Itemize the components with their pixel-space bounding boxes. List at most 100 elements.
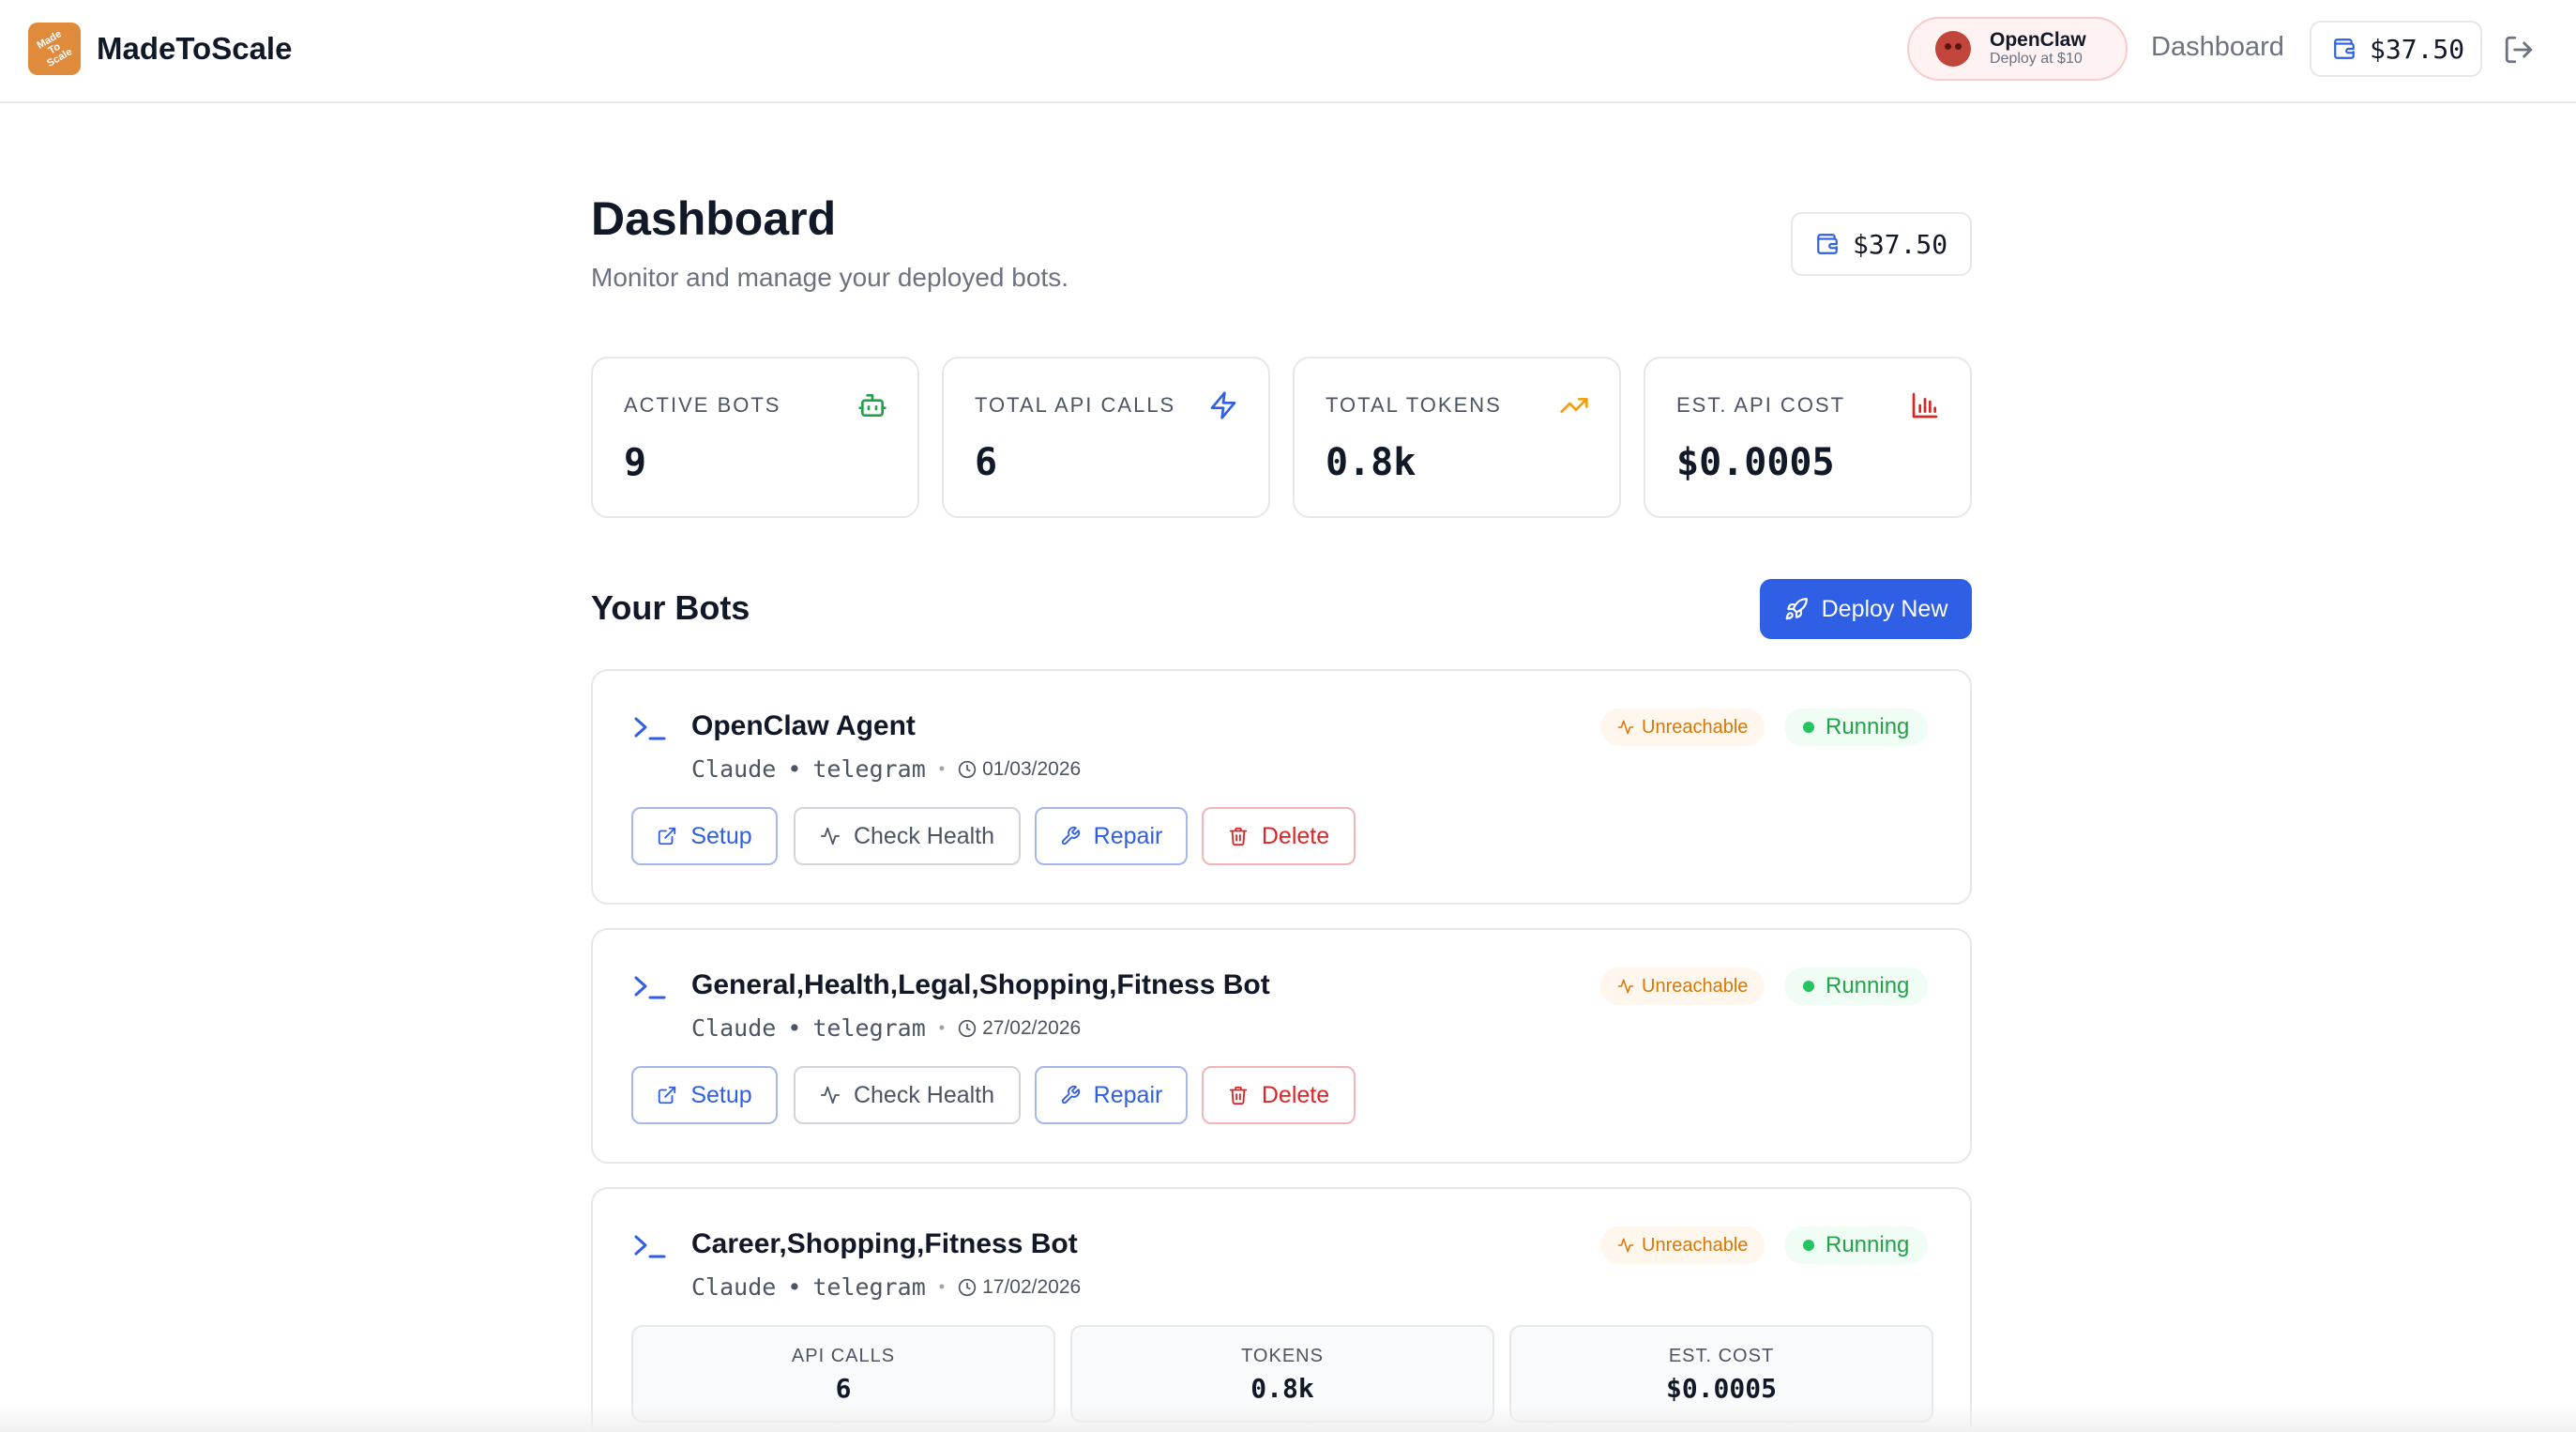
check-health-label: Check Health	[853, 822, 995, 849]
repair-label: Repair	[1093, 822, 1163, 849]
mini-stat-value: 6	[835, 1373, 852, 1404]
setup-label: Setup	[690, 822, 752, 849]
activity-icon	[820, 1086, 841, 1104]
wallet-balance-card[interactable]: $37.50	[1791, 212, 1972, 276]
bar-chart-icon	[1912, 392, 1938, 419]
rocket-icon	[1785, 598, 1808, 620]
meta-dot: •	[938, 1277, 946, 1296]
health-badge-unreachable: Unreachable	[1600, 967, 1765, 1005]
logout-icon[interactable]	[2503, 34, 2535, 66]
page-subtitle: Monitor and manage your deployed bots.	[591, 263, 1068, 292]
check-health-button[interactable]: Check Health	[794, 1066, 1021, 1124]
wallet-amount: $37.50	[1853, 228, 1948, 260]
delete-button[interactable]: Delete	[1202, 1066, 1356, 1124]
check-health-button[interactable]: Check Health	[794, 807, 1021, 865]
stat-label: EST. API COST	[1676, 393, 1846, 417]
delete-label: Delete	[1261, 822, 1330, 849]
mini-stat-label: TOKENS	[1241, 1346, 1324, 1366]
stat-value: $0.0005	[1676, 441, 1835, 484]
stat-value: 9	[624, 441, 647, 484]
terminal-icon	[634, 1235, 666, 1258]
status-dot	[1803, 722, 1814, 733]
delete-label: Delete	[1261, 1081, 1330, 1108]
activity-icon	[1617, 720, 1634, 735]
bot-model: Claude	[691, 755, 777, 783]
meta-separator: •	[787, 1014, 802, 1042]
meta-separator: •	[787, 1273, 802, 1301]
stat-value: 0.8k	[1326, 441, 1417, 484]
mini-stat-value: 0.8k	[1250, 1373, 1314, 1404]
bot-icon	[858, 394, 886, 417]
wallet-balance-button[interactable]: $37.50	[2310, 21, 2482, 77]
openclaw-promo-button[interactable]: OpenClaw Deploy at $10	[1907, 17, 2128, 81]
setup-button[interactable]: Setup	[631, 1066, 778, 1124]
wrench-icon	[1061, 826, 1080, 845]
health-badge-unreachable: Unreachable	[1600, 708, 1765, 746]
bot-channel: telegram	[812, 1273, 926, 1301]
clock-icon	[958, 1278, 977, 1296]
deploy-new-label: Deploy New	[1821, 595, 1948, 622]
wallet-icon	[1817, 234, 1838, 254]
status-dot	[1803, 981, 1814, 992]
bot-card: OpenClaw Agent Claude • telegram • 01/03…	[591, 669, 1972, 905]
external-link-icon	[659, 1086, 676, 1104]
logo-text: Made To Scale	[35, 27, 74, 69]
status-badge-running: Running	[1784, 967, 1929, 1005]
lightning-icon	[1210, 391, 1236, 419]
terminal-icon	[634, 976, 666, 999]
stat-value: 6	[975, 441, 998, 484]
repair-button[interactable]: Repair	[1035, 1066, 1188, 1124]
health-badge-label: Unreachable	[1642, 975, 1749, 997]
deploy-new-button[interactable]: Deploy New	[1760, 579, 1972, 639]
bot-channel: telegram	[812, 1014, 926, 1042]
stat-label: TOTAL TOKENS	[1326, 393, 1502, 417]
meta-dot: •	[938, 759, 946, 778]
page-title: Dashboard	[591, 192, 837, 245]
stat-label: TOTAL API CALLS	[975, 393, 1176, 417]
activity-icon	[1617, 979, 1634, 994]
meta-separator: •	[787, 755, 802, 783]
promo-subtitle: Deploy at $10	[1990, 51, 2083, 67]
brand-logo-link[interactable]: Made To Scale MadeToScale	[28, 23, 292, 75]
bot-meta: Claude • telegram • 27/02/2026	[691, 1014, 1081, 1042]
bot-model: Claude	[691, 1273, 777, 1301]
repair-label: Repair	[1093, 1081, 1163, 1108]
scroll-fade	[0, 1404, 2576, 1432]
setup-button[interactable]: Setup	[631, 807, 778, 865]
stat-card-active-bots: ACTIVE BOTS 9	[591, 357, 919, 518]
activity-icon	[1617, 1238, 1634, 1253]
delete-button[interactable]: Delete	[1202, 807, 1356, 865]
clock-icon	[958, 760, 977, 778]
activity-icon	[820, 827, 841, 845]
bot-name: OpenClaw Agent	[691, 710, 916, 741]
openclaw-mascot-icon	[1935, 31, 1971, 67]
trending-up-icon	[1560, 398, 1588, 413]
nav-link-dashboard[interactable]: Dashboard	[2151, 32, 2284, 63]
mini-stat-label: EST. COST	[1668, 1346, 1775, 1366]
bot-channel: telegram	[812, 755, 926, 783]
repair-button[interactable]: Repair	[1035, 807, 1188, 865]
wrench-icon	[1061, 1085, 1080, 1104]
setup-label: Setup	[690, 1081, 752, 1108]
status-badge-running: Running	[1784, 1226, 1929, 1264]
trash-icon	[1229, 827, 1248, 846]
bot-name: Career,Shopping,Fitness Bot	[691, 1228, 1078, 1259]
trash-icon	[1229, 1086, 1248, 1105]
stat-card-total-api-calls: TOTAL API CALLS 6	[942, 357, 1270, 518]
mini-stat-value: $0.0005	[1665, 1373, 1777, 1404]
bot-meta: Claude • telegram • 17/02/2026	[691, 1273, 1081, 1301]
status-dot	[1803, 1240, 1814, 1251]
mini-stat-label: API CALLS	[791, 1346, 896, 1366]
top-nav-bar: Made To Scale MadeToScale OpenClaw Deplo…	[0, 0, 2576, 103]
health-badge-label: Unreachable	[1642, 716, 1749, 738]
check-health-label: Check Health	[853, 1081, 995, 1108]
status-badge-label: Running	[1826, 714, 1910, 739]
bot-created-date: 27/02/2026	[982, 1016, 1082, 1039]
status-badge-label: Running	[1826, 1232, 1910, 1257]
bot-card: General,Health,Legal,Shopping,Fitness Bo…	[591, 928, 1972, 1164]
bot-created-date: 01/03/2026	[982, 757, 1082, 780]
wallet-icon	[2334, 38, 2355, 59]
status-badge-running: Running	[1784, 708, 1929, 746]
meta-dot: •	[938, 1018, 946, 1037]
wallet-amount: $37.50	[2370, 33, 2465, 65]
